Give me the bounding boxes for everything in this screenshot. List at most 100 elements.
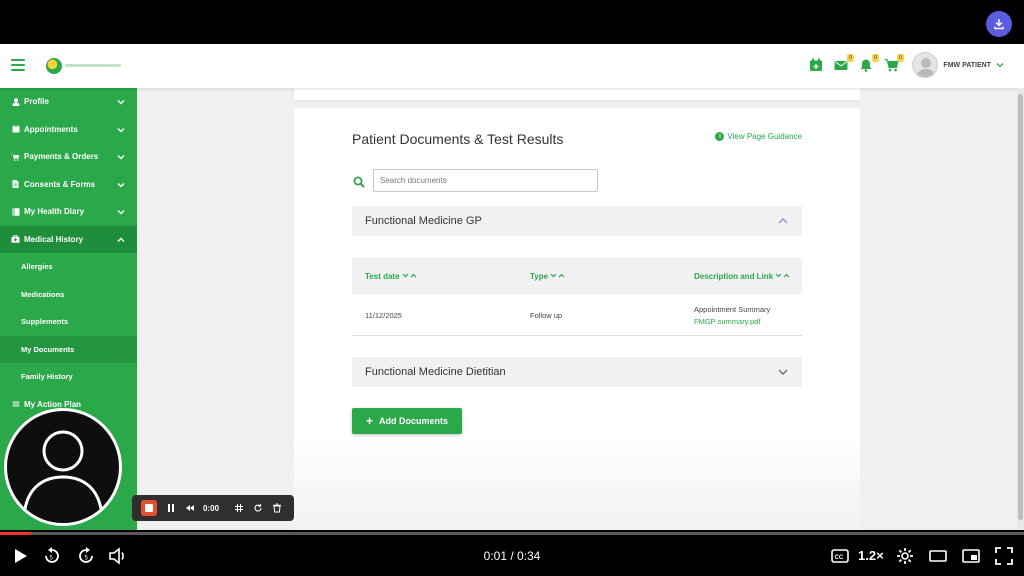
add-documents-label: Add Documents (379, 416, 449, 426)
chevron-up-icon (117, 237, 125, 242)
cart-icon (11, 152, 20, 161)
sidebar-item-label: Payments & Orders (24, 152, 99, 162)
settings-gear-icon[interactable] (895, 546, 915, 566)
recorder-toolbar: 0:00 (132, 495, 294, 521)
user-avatar (912, 52, 939, 78)
plus-icon: + (365, 414, 373, 428)
section-functional-medicine-gp[interactable]: Functional Medicine GP (352, 206, 802, 236)
fullscreen-icon[interactable] (994, 546, 1014, 566)
playback-speed[interactable]: 1.2× (858, 548, 884, 563)
sidebar-item-payments[interactable]: Payments & Orders (0, 143, 137, 171)
sort-icon (402, 273, 417, 278)
restart-icon[interactable] (253, 503, 263, 513)
rewind-icon[interactable] (185, 503, 195, 513)
list-icon (11, 400, 20, 409)
main-content: Patient Documents & Test Results i View … (137, 88, 1017, 530)
picture-in-picture-icon[interactable] (961, 546, 981, 566)
pause-icon[interactable] (166, 503, 176, 513)
captions-icon[interactable]: CC (830, 546, 850, 566)
notifications-badge: 0 (872, 54, 879, 62)
cell-description: Appointment Summary (694, 305, 771, 314)
sidebar-item-consents[interactable]: Consents & Forms (0, 171, 137, 199)
webcam-bubble[interactable] (4, 408, 122, 526)
chevron-down-icon (778, 369, 788, 375)
app-window: 0 0 0 FMW PATIENT Profile Appointments P… (0, 44, 1024, 530)
sidebar-subitem-label: Supplements (21, 317, 69, 327)
notifications-bell-icon[interactable]: 0 (859, 54, 879, 72)
scrollbar-thumb[interactable] (1018, 94, 1023, 520)
info-icon: i (715, 132, 725, 141)
medical-bag-icon (11, 235, 20, 244)
download-button[interactable] (986, 11, 1012, 37)
brand-logo[interactable] (46, 58, 121, 74)
document-link[interactable]: FMGP summary.pdf (694, 317, 760, 326)
page-scrollbar[interactable] (1017, 88, 1024, 530)
cart-badge: 0 (897, 54, 904, 62)
calendar-add-icon[interactable] (809, 58, 823, 72)
view-page-guidance-link[interactable]: i View Page Guidance (715, 132, 802, 141)
table-row: 11/12/2025 Follow up Appointment Summary… (352, 294, 802, 336)
sidebar-subitem-allergies[interactable]: Allergies (0, 253, 137, 281)
sidebar-item-label: Consents & Forms (24, 179, 96, 189)
svg-text:CC: CC (835, 555, 844, 561)
sidebar-item-medical-history[interactable]: Medical History (0, 225, 137, 253)
chevron-up-icon (778, 218, 788, 224)
search-icon (353, 176, 365, 188)
theater-mode-icon[interactable] (928, 546, 948, 566)
messages-badge: 0 (847, 54, 854, 62)
hamburger-menu-icon[interactable] (11, 59, 25, 71)
download-icon (994, 19, 1004, 30)
sidebar-subitem-supplements[interactable]: Supplements (0, 308, 137, 336)
sort-icon (550, 273, 565, 278)
video-frame: 0 0 0 FMW PATIENT Profile Appointments P… (0, 0, 1024, 576)
sidebar-subitem-label: Allergies (21, 262, 53, 272)
cell-test-date: 11/12/2025 (365, 311, 402, 320)
sidebar-subitem-label: Family History (21, 372, 73, 382)
document-icon (11, 180, 20, 189)
cart-icon[interactable]: 0 (884, 54, 904, 72)
app-header: 0 0 0 FMW PATIENT (0, 44, 1024, 88)
sidebar-subitem-my-documents[interactable]: My Documents (0, 335, 137, 363)
chevron-down-icon (117, 182, 125, 187)
search-input[interactable] (373, 169, 598, 192)
guidance-label: View Page Guidance (727, 132, 802, 141)
column-header-type[interactable]: Type (530, 272, 566, 281)
video-top-bar (0, 0, 1024, 44)
sort-icon (775, 273, 790, 278)
sidebar-subitem-label: Medications (21, 289, 65, 299)
user-name: FMW PATIENT (943, 61, 991, 69)
grid-icon[interactable] (234, 503, 244, 513)
section-title: Functional Medicine Dietitian (365, 366, 506, 378)
sidebar-item-label: Appointments (24, 124, 78, 134)
sidebar-subitem-family-history[interactable]: Family History (0, 363, 137, 391)
book-icon (11, 207, 20, 216)
chevron-down-icon (996, 63, 1004, 68)
person-placeholder-icon (23, 430, 103, 510)
logo-mark-icon (46, 58, 62, 74)
sidebar-item-profile[interactable]: Profile (0, 88, 137, 116)
user-menu[interactable]: FMW PATIENT (912, 52, 1004, 78)
video-controls: 5 5 0:01 / 0:34 CC 1.2× (0, 535, 1024, 576)
calendar-icon (11, 125, 20, 134)
chevron-down-icon (117, 210, 125, 215)
sidebar-item-health-diary[interactable]: My Health Diary (0, 198, 137, 226)
section-functional-medicine-dietitian[interactable]: Functional Medicine Dietitian (352, 357, 802, 387)
sidebar-item-label: My Action Plan (24, 399, 82, 409)
column-header-description[interactable]: Description and Link (694, 272, 791, 281)
stop-recording-button[interactable] (141, 500, 157, 516)
logo-wordmark (65, 63, 121, 69)
sidebar-subitem-medications[interactable]: Medications (0, 280, 137, 308)
page-title: Patient Documents & Test Results (352, 131, 564, 147)
column-header-test-date[interactable]: Test date (365, 272, 418, 281)
header-icons: 0 0 0 (809, 54, 904, 72)
trash-icon[interactable] (272, 503, 282, 513)
chevron-down-icon (117, 127, 125, 132)
messages-icon[interactable]: 0 (834, 54, 854, 72)
sidebar-item-label: Medical History (24, 234, 84, 244)
section-title: Functional Medicine GP (365, 215, 482, 227)
chevron-down-icon (117, 155, 125, 160)
sidebar-subitem-label: My Documents (21, 344, 75, 354)
add-documents-button[interactable]: + Add Documents (352, 408, 462, 434)
documents-table-header: Test date Type Description and Link (352, 258, 802, 294)
sidebar-item-appointments[interactable]: Appointments (0, 116, 137, 144)
